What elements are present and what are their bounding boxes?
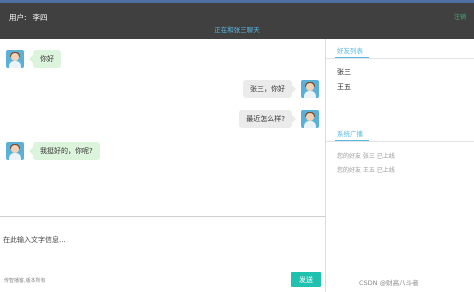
message-outgoing: 最近怎么样? bbox=[239, 110, 319, 128]
avatar-icon bbox=[301, 110, 319, 128]
sidebar: 好友列表 张三 王五 系统广播 您的好友 张三 已上线 您的好友 王五 已上线 bbox=[326, 39, 474, 292]
avatar-icon bbox=[301, 80, 319, 98]
message-bubble: 最近怎么样? bbox=[239, 110, 296, 128]
broadcast-title[interactable]: 系统广播 bbox=[335, 128, 369, 141]
user-label: 用户: bbox=[9, 13, 27, 22]
broadcast-item: 您的好友 王五 已上线 bbox=[337, 167, 395, 174]
current-user: 用户: 李四 bbox=[9, 12, 48, 23]
message-outgoing: 张三，你好 bbox=[243, 80, 319, 98]
friend-item[interactable]: 张三 bbox=[337, 67, 351, 77]
chat-message-area[interactable]: 你好 张三，你好 最近怎么样? 我挺好的，你呢? bbox=[0, 39, 325, 216]
broadcast-line bbox=[326, 141, 474, 142]
message-bubble: 张三，你好 bbox=[243, 80, 296, 98]
header-bar: 用户: 李四 正在和张三聊天 注销 bbox=[0, 3, 474, 39]
watermark-text: CSDN @财高八斗者 bbox=[359, 279, 419, 287]
message-input[interactable] bbox=[3, 235, 321, 269]
friends-list-title-label: 好友列表 bbox=[337, 47, 363, 55]
message-bubble: 我挺好的，你呢? bbox=[29, 142, 100, 160]
friends-list-title[interactable]: 好友列表 bbox=[335, 45, 369, 58]
message-composer: 传智播客,版本所有 发送 bbox=[0, 217, 325, 292]
logout-button[interactable]: 注销 bbox=[454, 12, 466, 21]
message-incoming: 我挺好的，你呢? bbox=[6, 142, 100, 160]
copyright-text: 传智播客,版本所有 bbox=[4, 278, 46, 284]
avatar-icon bbox=[6, 142, 24, 160]
user-name: 李四 bbox=[32, 13, 48, 22]
send-button[interactable]: 发送 bbox=[291, 272, 321, 287]
friend-item[interactable]: 王五 bbox=[337, 82, 351, 92]
avatar-icon bbox=[6, 50, 24, 68]
message-bubble: 你好 bbox=[29, 50, 61, 68]
friends-list-line bbox=[326, 58, 474, 59]
broadcast-item: 您的好友 张三 已上线 bbox=[337, 153, 395, 160]
broadcast-title-label: 系统广播 bbox=[337, 130, 363, 138]
chat-status-text: 正在和张三聊天 bbox=[214, 26, 260, 34]
message-incoming: 你好 bbox=[6, 50, 61, 68]
